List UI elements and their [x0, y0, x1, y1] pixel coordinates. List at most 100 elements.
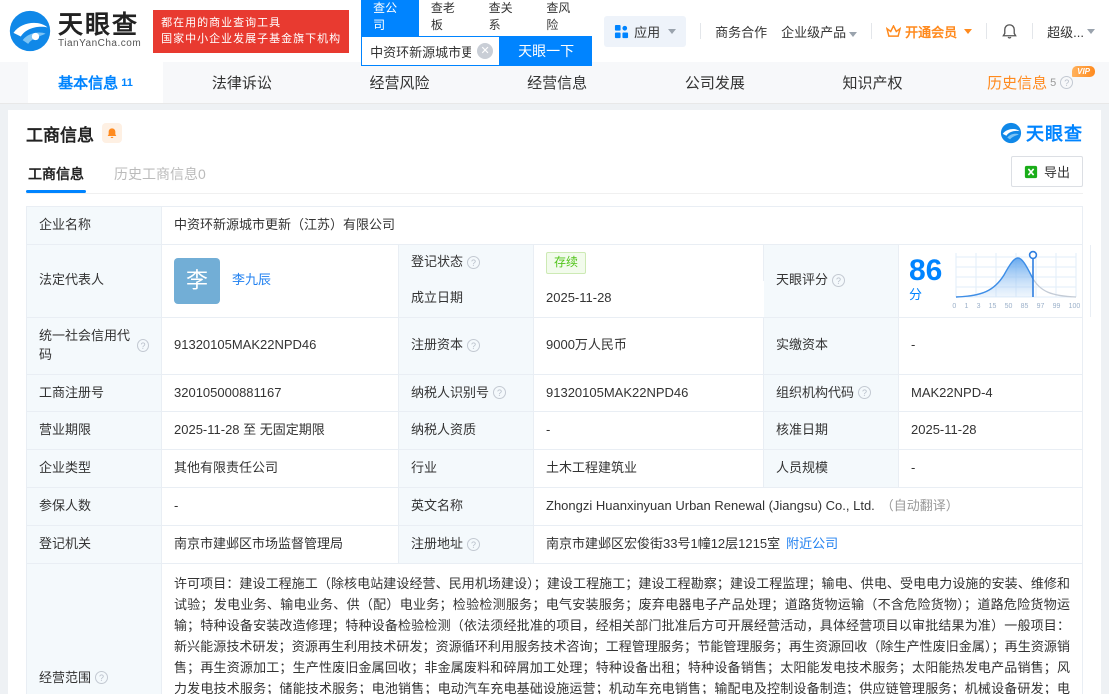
search-tab-relation[interactable]: 查关系 [477, 0, 535, 36]
table-row: 法定代表人 李 李九辰 登记状态? 存续 天眼评分? 86分 0 1 3 15 … [27, 244, 1092, 318]
legal-rep-value: 李 李九辰 [162, 244, 399, 317]
bell-icon [1002, 23, 1017, 39]
tab-label: 经营信息 [527, 75, 588, 92]
tab-history-info[interactable]: VIP 历史信息 5 ? [951, 62, 1109, 103]
subtab-history-business-info[interactable]: 历史工商信息0 [112, 158, 208, 193]
tab-legal[interactable]: 法律诉讼 [163, 62, 321, 103]
insured-count-label: 参保人数 [27, 488, 162, 525]
help-icon[interactable]: ? [493, 386, 507, 400]
approval-date-value: 2025-11-28 [911, 422, 977, 438]
taxpayer-id-label: 纳税人识别号? [399, 374, 534, 412]
score-label: 天眼评分? [764, 244, 899, 317]
super-vip-label: 超级... [1047, 24, 1084, 40]
notifications-button[interactable] [1001, 23, 1018, 40]
tab-basic-info[interactable]: 基本信息 11 [28, 62, 163, 103]
section-title: 工商信息 [26, 125, 94, 145]
tab-label: 基本信息 [58, 75, 119, 92]
credit-code-label: 统一社会信用代码? [27, 317, 162, 374]
subscribe-bell-button[interactable] [102, 123, 122, 143]
reg-authority-label: 登记机关 [27, 525, 162, 563]
company-name-value: 中资环新源城市更新（江苏）有限公司 [174, 217, 396, 232]
help-icon[interactable]: ? [858, 386, 872, 400]
approval-date-label: 核准日期 [764, 412, 899, 450]
paid-capital-label: 实缴资本 [764, 317, 899, 374]
chevron-down-icon [1087, 28, 1095, 34]
tab-label: 经营风险 [369, 75, 430, 92]
reg-status-value: 存续 [534, 244, 764, 281]
tab-intellectual-property[interactable]: 知识产权 [794, 62, 952, 103]
export-button[interactable]: 导出 [1010, 156, 1083, 187]
crown-icon [886, 24, 902, 37]
search-tab-boss[interactable]: 查老板 [419, 0, 477, 36]
help-icon[interactable]: ? [467, 256, 481, 270]
help-icon[interactable]: ? [832, 274, 846, 288]
help-icon[interactable]: ? [95, 671, 109, 685]
logo-swirl-icon [9, 10, 51, 52]
tab-label: 知识产权 [842, 75, 903, 92]
industry-label: 行业 [399, 450, 534, 488]
reg-address-value: 南京市建邺区宏俊街33号1幢12层1215室 附近公司 [534, 526, 1082, 563]
search-tab-risk[interactable]: 查风险 [534, 0, 592, 36]
avatar[interactable]: 李 [174, 257, 220, 304]
top-bar: 天眼查 TianYanCha.com 都在用的商业查询工具 国家中小企业发展子基… [0, 0, 1109, 66]
paid-capital-value: - [911, 337, 916, 353]
reg-number-value: 320105000881167 [162, 374, 399, 412]
help-icon[interactable]: ? [467, 339, 481, 353]
staff-size-value: - [911, 460, 916, 476]
score-unit: 分 [909, 287, 923, 303]
divider [986, 23, 988, 39]
vip-badge: VIP [1072, 66, 1096, 77]
tianyancha-logo[interactable]: 天眼查 TianYanCha.com [8, 9, 141, 53]
super-vip-menu[interactable]: 超级... [1047, 22, 1095, 41]
taxpayer-id-value: 91320105MAK22NPD46 [534, 374, 764, 412]
english-name-text: Zhongzi Huanxinyuan Urban Renewal (Jiang… [546, 498, 875, 514]
business-scope-label: 经营范围? [27, 563, 162, 694]
reg-address-text: 南京市建邺区宏俊街33号1幢12层1215室 [546, 535, 781, 551]
reg-capital-value: 9000万人民币 [534, 317, 764, 374]
insured-count-value: - [162, 488, 399, 525]
status-badge: 存续 [546, 252, 587, 274]
table-row: 统一社会信用代码? 91320105MAK22NPD46 注册资本? 9000万… [27, 317, 1082, 375]
org-code-value: MAK22NPD-4 [911, 384, 993, 400]
tab-company-development[interactable]: 公司发展 [636, 62, 794, 103]
divider [1032, 23, 1034, 39]
tab-operating-risk[interactable]: 经营风险 [321, 62, 479, 103]
apps-menu[interactable]: 应用 [604, 15, 687, 47]
reg-number-label: 工商注册号 [27, 374, 162, 412]
search-tab-company[interactable]: 查公司 [361, 0, 419, 36]
chevron-down-icon [668, 28, 677, 34]
legal-rep-label: 法定代表人 [27, 244, 162, 317]
open-vip-button[interactable]: 开通会员 [886, 22, 973, 41]
auto-translate-note: （自动翻译） [880, 498, 959, 514]
tab-count: 5 [1050, 76, 1057, 89]
slogan-line-1: 都在用的商业查询工具 [161, 16, 282, 29]
company-type-label: 企业类型 [27, 450, 162, 488]
taxpayer-quality-label: 纳税人资质 [399, 412, 534, 450]
watermark-text: 天眼查 [1026, 124, 1083, 144]
help-icon[interactable]: ? [137, 339, 149, 353]
menu-enterprise-products[interactable]: 企业级产品 [781, 22, 858, 41]
reg-authority-value: 南京市建邺区市场监督管理局 [162, 525, 399, 563]
nearby-companies-link[interactable]: 附近公司 [786, 535, 838, 554]
business-scope-value: 许可项目：建设工程施工（除核电站建设经营、民用机场建设）；建设工程施工；建设工程… [162, 564, 1082, 694]
help-icon[interactable]: ? [467, 537, 481, 551]
logo-title: 天眼查 [58, 11, 140, 39]
score-distribution-chart: 0 1 3 15 50 85 97 99 100 [952, 249, 1080, 312]
vip-label: 开通会员 [905, 24, 958, 40]
clear-search-icon[interactable]: ✕ [477, 43, 494, 59]
chevron-down-icon [964, 28, 973, 34]
top-menu: 应用 商务合作 企业级产品 开通会员 超级... [604, 15, 1095, 47]
menu-cooperation[interactable]: 商务合作 [715, 22, 767, 41]
legal-rep-link[interactable]: 李九辰 [232, 271, 271, 290]
tab-operating-info[interactable]: 经营信息 [478, 62, 636, 103]
company-name-label: 企业名称 [27, 207, 162, 244]
logo-subtitle: TianYanCha.com [58, 38, 142, 49]
industry-value: 土木工程建筑业 [534, 450, 764, 488]
score-value[interactable]: 86分 0 1 3 15 50 85 97 99 100 [899, 244, 1092, 317]
subtab-business-info[interactable]: 工商信息 [26, 158, 86, 193]
help-icon[interactable]: ? [1060, 76, 1074, 89]
logo-swirl-icon [1000, 122, 1022, 144]
registration-info-table: 企业名称 中资环新源城市更新（江苏）有限公司 法定代表人 李 李九辰 登记状态?… [26, 206, 1092, 694]
apps-grid-icon [615, 24, 629, 38]
staff-size-label: 人员规模 [764, 450, 899, 488]
